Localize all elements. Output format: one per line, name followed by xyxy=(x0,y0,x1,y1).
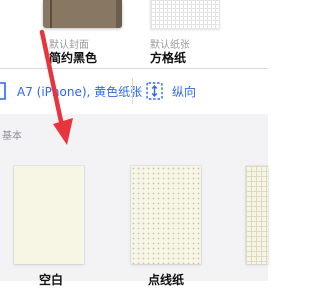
default-cover-thumbnail[interactable] xyxy=(43,0,122,28)
section-title: 基本 xyxy=(2,131,22,142)
red-arrow-annotation xyxy=(39,29,73,145)
default-paper-thumbnail[interactable] xyxy=(150,0,220,29)
template-dotted[interactable] xyxy=(131,166,201,264)
page-size-icon xyxy=(0,82,6,100)
template-blank[interactable] xyxy=(14,166,84,264)
orientation-icon xyxy=(146,82,163,100)
template-partial[interactable] xyxy=(246,166,268,264)
orientation-button[interactable]: 纵向 xyxy=(172,83,196,100)
template-dotted-label: 点线纸 xyxy=(148,273,185,287)
options-divider xyxy=(132,78,133,104)
default-paper-name[interactable]: 方格纸 xyxy=(150,49,186,66)
template-blank-label: 空白 xyxy=(39,273,64,287)
page-size-button[interactable]: A7 (iPhone), 黄色纸张 xyxy=(17,83,142,100)
